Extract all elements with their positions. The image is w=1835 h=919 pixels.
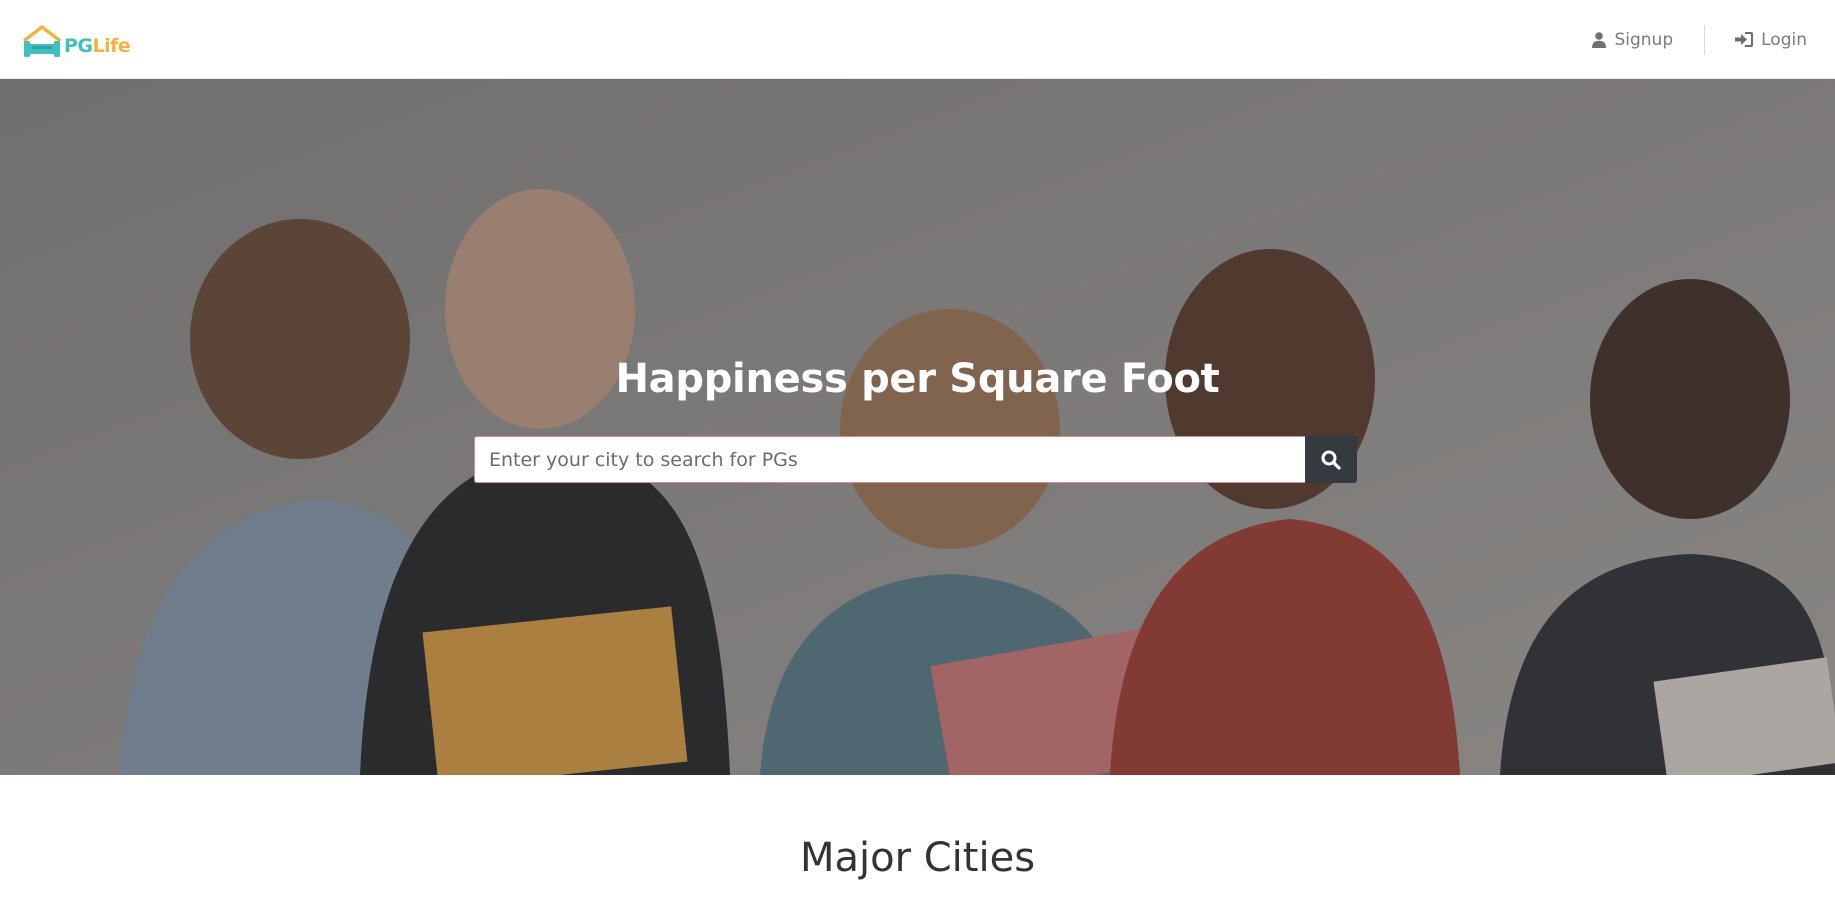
hero-overlay xyxy=(0,79,1835,775)
brand-name: PGLife xyxy=(64,35,131,57)
brand-logo[interactable]: PGLife xyxy=(22,20,131,60)
hero-title: Happiness per Square Foot xyxy=(615,356,1220,402)
login-label: Login xyxy=(1761,29,1807,50)
navbar: PGLife Signup Login xyxy=(0,0,1835,79)
brand-name-life: Life xyxy=(92,35,131,57)
hero-banner: Happiness per Square Foot xyxy=(0,79,1835,775)
login-link[interactable]: Login xyxy=(1735,30,1807,50)
city-search-input[interactable] xyxy=(474,436,1305,483)
signup-link[interactable]: Signup xyxy=(1592,30,1673,50)
signup-label: Signup xyxy=(1614,29,1674,50)
house-bed-icon xyxy=(23,25,61,57)
search-icon xyxy=(1321,450,1341,470)
city-search-form xyxy=(474,436,1357,483)
brand-name-pg: PG xyxy=(64,35,93,57)
nav-divider xyxy=(1704,24,1706,55)
nav-links: Signup Login xyxy=(1592,0,1807,79)
user-icon xyxy=(1592,31,1607,48)
major-cities-heading: Major Cities xyxy=(799,835,1036,881)
search-button[interactable] xyxy=(1305,436,1357,483)
sign-in-icon xyxy=(1735,32,1754,47)
